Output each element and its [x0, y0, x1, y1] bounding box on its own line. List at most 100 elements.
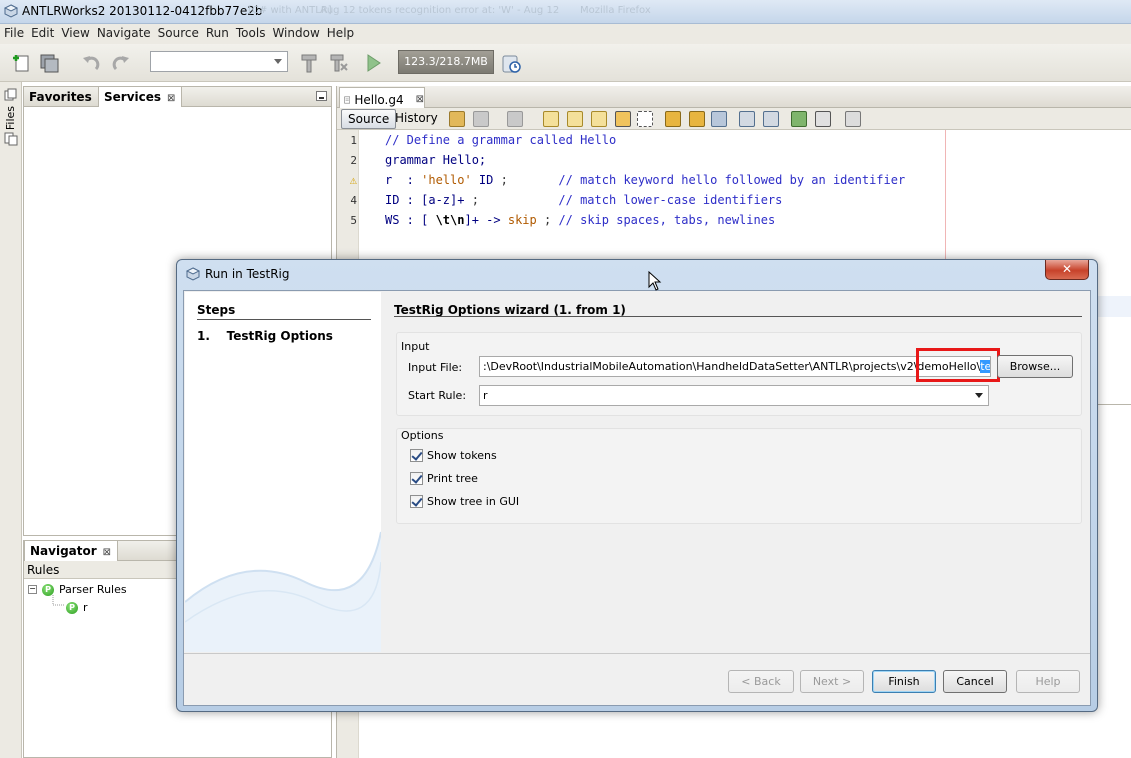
code-token: skip: [507, 213, 537, 227]
previous-bookmark-icon[interactable]: [665, 111, 681, 127]
right-margin-guide: [945, 130, 946, 275]
code-token: // match keyword hello followed by an id…: [507, 173, 906, 187]
tree-node-label: Parser Rules: [59, 583, 127, 596]
code-token: // Define a grammar called Hello: [385, 133, 617, 147]
line-number: 1: [350, 134, 357, 147]
comment-icon[interactable]: [791, 111, 807, 127]
background-window-title: Aug 12 tokens recognition error at: 'W' …: [320, 5, 560, 16]
finish-button[interactable]: Finish: [872, 670, 936, 693]
cancel-button[interactable]: Cancel: [943, 670, 1007, 693]
toggle-bookmark-icon[interactable]: [711, 111, 727, 127]
source-view-button[interactable]: Source: [341, 109, 397, 129]
code-token: ;: [536, 213, 559, 227]
clean-build-icon[interactable]: [328, 52, 350, 74]
menu-navigate[interactable]: Navigate: [93, 24, 154, 40]
browse-button[interactable]: Browse...: [997, 355, 1073, 378]
rectangular-selection-icon[interactable]: [637, 111, 653, 127]
dialog-title: Run in TestRig: [205, 267, 290, 281]
panel-divider: [1097, 404, 1131, 405]
menu-help[interactable]: Help: [323, 24, 357, 40]
input-file-label: Input File:: [408, 361, 463, 374]
new-file-icon[interactable]: [10, 52, 32, 74]
code-token: \t\n: [435, 213, 465, 227]
code-line[interactable]: r : 'hello' ID ; // match keyword hello …: [385, 170, 905, 190]
back-button[interactable]: < Back: [728, 670, 794, 693]
garbage-collect-icon[interactable]: [500, 52, 522, 74]
menu-source[interactable]: Source: [154, 24, 202, 40]
code-token: // match lower-case identifiers: [478, 193, 783, 207]
code-token: WS : [: [385, 213, 436, 227]
redo-icon[interactable]: [110, 52, 132, 74]
files-tab-label[interactable]: Files: [4, 106, 17, 130]
format-icon[interactable]: [845, 111, 861, 127]
tab-navigator[interactable]: Navigator ⊠: [24, 541, 119, 561]
undo-icon[interactable]: [80, 52, 102, 74]
minimize-icon[interactable]: [316, 91, 327, 101]
close-icon[interactable]: ⊠: [103, 547, 111, 558]
close-icon[interactable]: ⊠: [167, 93, 175, 104]
shift-right-icon[interactable]: [763, 111, 779, 127]
help-button[interactable]: Help: [1016, 670, 1080, 693]
code-token: ID : [a-z]+: [385, 193, 472, 207]
grammar-file-icon: [344, 96, 351, 103]
code-line[interactable]: // Define a grammar called Hello: [385, 130, 616, 150]
steps-panel: Steps 1. TestRig Options: [185, 292, 381, 652]
wizard-header: TestRig Options wizard (1. from 1): [394, 303, 626, 317]
code-line[interactable]: WS : [ \t\n]+ -> skip ; // skip spaces, …: [385, 210, 775, 230]
start-rule-select[interactable]: r: [479, 385, 989, 406]
checkbox-checked-icon: [410, 495, 423, 508]
tree-node-rule-r[interactable]: P r: [66, 601, 88, 614]
divider: [197, 319, 371, 320]
shift-left-icon[interactable]: [739, 111, 755, 127]
projects-icon[interactable]: [4, 88, 18, 102]
tab-hello-g4[interactable]: Hello.g4 ⊠: [339, 87, 425, 108]
tab-services[interactable]: Services ⊠: [98, 87, 183, 107]
find-next-icon[interactable]: [591, 111, 607, 127]
next-button[interactable]: Next >: [800, 670, 864, 693]
menu-bar: File Edit View Navigate Source Run Tools Window…: [0, 24, 1131, 44]
start-rule-label: Start Rule:: [408, 389, 467, 402]
menu-edit[interactable]: Edit: [27, 24, 57, 40]
background-window-title: Mozilla Firefox: [580, 5, 651, 16]
menu-tools[interactable]: Tools: [232, 24, 269, 40]
parser-rule-icon: P: [42, 583, 54, 596]
next-bookmark-icon[interactable]: [689, 111, 705, 127]
editor-tabs: Hello.g4 ⊠: [337, 86, 1131, 108]
code-token: // skip spaces, tabs, newlines: [558, 213, 776, 227]
options-group: [396, 428, 1082, 524]
menu-window[interactable]: Window: [268, 24, 322, 40]
tab-favorites[interactable]: Favorites: [24, 87, 98, 107]
last-edit-icon[interactable]: [449, 111, 465, 127]
code-line[interactable]: ID : [a-z]+ ; // match lower-case identi…: [385, 190, 782, 210]
build-hammer-icon[interactable]: [298, 52, 320, 74]
run-icon[interactable]: [362, 52, 384, 74]
files-icon[interactable]: [4, 132, 18, 146]
tree-node-parser-rules[interactable]: − P Parser Rules: [28, 583, 127, 596]
close-button[interactable]: ✕: [1045, 260, 1089, 280]
left-side-strip: Files: [0, 82, 22, 758]
toggle-highlight-icon[interactable]: [615, 111, 631, 127]
configuration-combo[interactable]: [150, 51, 288, 72]
antlr-app-icon: [4, 4, 18, 18]
menu-run[interactable]: Run: [202, 24, 232, 40]
forward-icon[interactable]: [507, 111, 523, 127]
code-token: ]+ ->: [464, 213, 508, 227]
chevron-down-icon: [274, 59, 282, 64]
uncomment-icon[interactable]: [815, 111, 831, 127]
find-icon[interactable]: [543, 111, 559, 127]
show-tree-in-gui-checkbox[interactable]: Show tree in GUI: [410, 495, 519, 508]
close-icon[interactable]: ⊠: [416, 94, 424, 105]
menu-view[interactable]: View: [57, 24, 92, 40]
code-line[interactable]: grammar Hello;: [385, 150, 486, 170]
memory-usage-indicator[interactable]: 123.3/218.7MB: [398, 50, 494, 74]
print-tree-checkbox[interactable]: Print tree: [410, 472, 478, 485]
back-icon[interactable]: [473, 111, 489, 127]
save-all-icon[interactable]: [38, 52, 60, 74]
history-view-button[interactable]: History: [389, 109, 444, 129]
show-tokens-checkbox[interactable]: Show tokens: [410, 449, 497, 462]
find-previous-icon[interactable]: [567, 111, 583, 127]
warning-icon[interactable]: ⚠: [337, 173, 357, 187]
menu-file[interactable]: File: [0, 24, 27, 40]
collapse-icon[interactable]: −: [28, 585, 37, 594]
input-file-field[interactable]: :\DevRoot\IndustrialMobileAutomation\Han…: [479, 356, 991, 377]
